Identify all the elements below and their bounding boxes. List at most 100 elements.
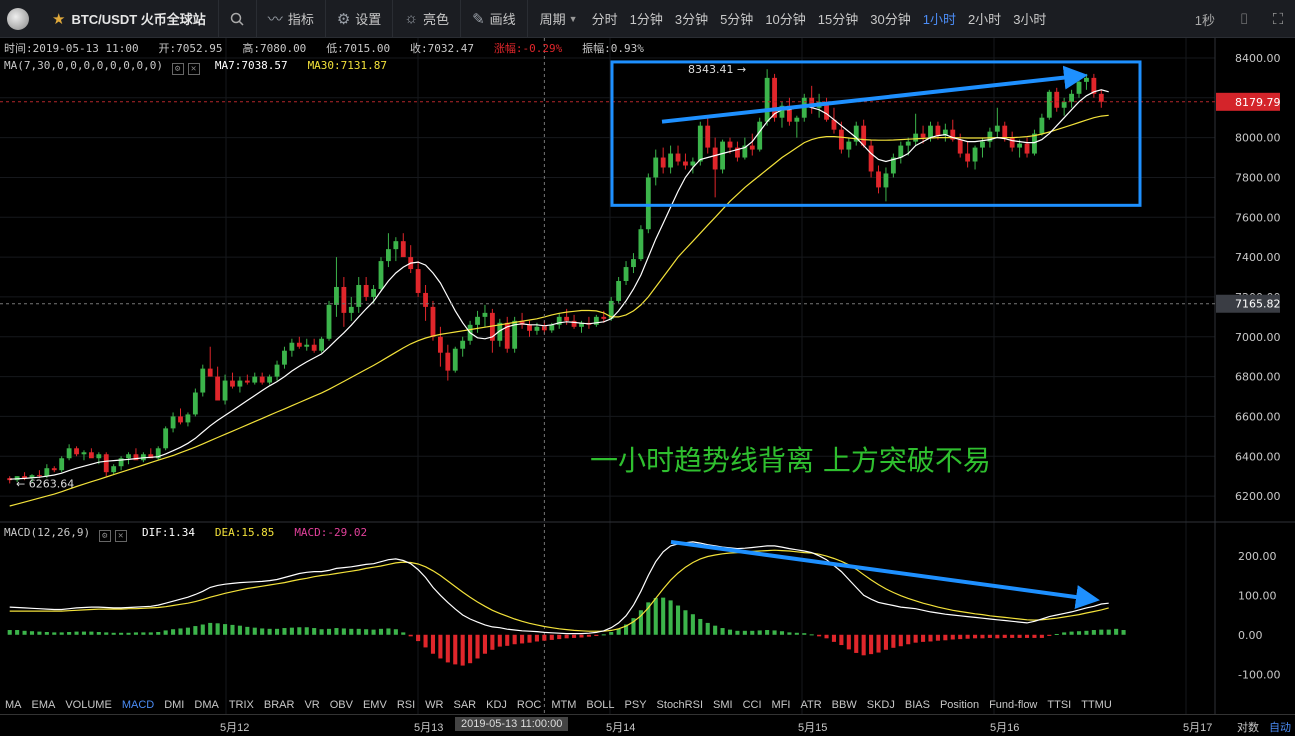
indicator-tab-dma[interactable]: DMA (189, 699, 223, 711)
macd-bar (980, 634, 985, 639)
period-0[interactable]: 分时 (586, 0, 624, 38)
macd-bar (163, 630, 168, 635)
macd-bar (237, 625, 242, 635)
macd-bar (1062, 632, 1067, 635)
indicator-tab-mfi[interactable]: MFI (767, 699, 796, 711)
indicator-tab-bias[interactable]: BIAS (900, 699, 935, 711)
settings-button[interactable]: ⚙ 设置 (326, 0, 394, 38)
macd-bar (713, 625, 718, 635)
macd-bar (794, 632, 799, 635)
indicator-tab-trix[interactable]: TRIX (224, 699, 259, 711)
indicator-tab-mtm[interactable]: MTM (546, 699, 581, 711)
indicator-tab-rsi[interactable]: RSI (392, 699, 420, 711)
draw-button[interactable]: ✎ 画线 (461, 0, 528, 38)
candle-body (935, 125, 941, 136)
max-price-marker: 8343.41 → (688, 63, 746, 76)
ohlc-time: 时间:2019-05-13 11:00 (4, 42, 139, 55)
indicator-tab-roc[interactable]: ROC (512, 699, 546, 711)
indicator-tab-brar[interactable]: BRAR (259, 699, 300, 711)
macd-close-icon[interactable]: ✕ (114, 530, 127, 542)
indicator-tab-ttsi[interactable]: TTSI (1042, 699, 1076, 711)
macd-bar (497, 634, 502, 647)
fullscreen-icon[interactable]: ⛶ (1261, 11, 1295, 28)
indicator-tab-obv[interactable]: OBV (325, 699, 358, 711)
theme-button[interactable]: ☼ 亮色 (393, 0, 462, 38)
macd-bar (171, 629, 176, 635)
candle-body (920, 133, 926, 138)
candle-body (74, 448, 79, 455)
indicator-tab-wr[interactable]: WR (420, 699, 448, 711)
indicator-tab-volume[interactable]: VOLUME (60, 699, 116, 711)
refresh-rate[interactable]: 1秒 (1183, 10, 1227, 29)
period-9[interactable]: 3小时 (1007, 0, 1052, 38)
candle-body (445, 352, 451, 371)
candle-body (1032, 133, 1037, 154)
indicator-tab-kdj[interactable]: KDJ (481, 699, 512, 711)
indicator-tab-fund-flow[interactable]: Fund-flow (984, 699, 1042, 711)
macd-settings-icon[interactable]: ⚙ (98, 530, 111, 542)
gear-icon: ⚙ (336, 10, 351, 28)
indicator-tab-atr[interactable]: ATR (795, 699, 826, 711)
macd-bar (230, 624, 235, 635)
indicator-tab-position[interactable]: Position (935, 699, 984, 711)
period-1[interactable]: 1分钟 (624, 0, 669, 38)
camera-icon[interactable]: ⌷ (1227, 11, 1261, 28)
log-scale-toggle[interactable]: 对数 (1237, 719, 1259, 735)
macd-bar (586, 634, 591, 637)
indicator-tab-sar[interactable]: SAR (448, 699, 481, 711)
ma7-value: MA7:7038.57 (214, 59, 288, 72)
candle-body (304, 344, 310, 347)
indicator-tab-dmi[interactable]: DMI (159, 699, 189, 711)
indicator-tab-psy[interactable]: PSY (620, 699, 652, 711)
indicator-tab-ma[interactable]: MA (0, 699, 27, 711)
indicators-button[interactable]: 〰 指标 (257, 0, 326, 38)
indicator-tab-emv[interactable]: EMV (358, 699, 392, 711)
candle-body (103, 454, 109, 473)
indicator-tab-bbw[interactable]: BBW (827, 699, 862, 711)
indicator-tab-ttmu[interactable]: TTMU (1076, 699, 1117, 711)
toolbar-right: 1秒 ⌷ ⛶ (1183, 0, 1295, 38)
indicator-tab-vr[interactable]: VR (299, 699, 324, 711)
macd-bar (52, 632, 57, 635)
price-tick-label: 7600.00 (1235, 211, 1281, 224)
period-3[interactable]: 5分钟 (714, 0, 759, 38)
period-8[interactable]: 2小时 (962, 0, 1007, 38)
macd-bar (126, 632, 131, 635)
search-button[interactable] (219, 0, 257, 38)
period-4[interactable]: 10分钟 (759, 0, 811, 38)
period-dropdown[interactable]: 周期 ▼ (528, 0, 586, 38)
indicator-tab-macd[interactable]: MACD (117, 699, 159, 711)
macd-label: MACD(12,26,9) (4, 526, 91, 539)
macd-bar (520, 634, 525, 644)
macd-bar (757, 630, 762, 635)
macd-bar (67, 632, 72, 635)
period-6[interactable]: 30分钟 (864, 0, 916, 38)
settings-small-icon[interactable]: ⚙ (171, 63, 184, 75)
favorite-star-icon[interactable]: ★ (52, 10, 65, 28)
logo-icon (0, 0, 36, 38)
candle-body (341, 286, 347, 313)
indicator-tab-cci[interactable]: CCI (738, 699, 767, 711)
macd-bar (215, 623, 220, 635)
candle-body (296, 342, 302, 347)
period-7[interactable]: 1小时 (917, 0, 962, 38)
chart-canvas[interactable]: 6200.006400.006600.006800.007000.007200.… (0, 38, 1295, 714)
candle-body (59, 458, 65, 471)
indicator-tab-boll[interactable]: BOLL (581, 699, 619, 711)
period-5[interactable]: 15分钟 (812, 0, 864, 38)
symbol-selector[interactable]: ★ BTC/USDT 火币全球站 (36, 0, 219, 38)
candle-body (192, 392, 198, 415)
candle-body (1098, 93, 1104, 102)
macd-bar (356, 628, 361, 635)
indicator-tab-ema[interactable]: EMA (27, 699, 61, 711)
candle-body (1076, 81, 1082, 94)
indicator-tab-stochrsi[interactable]: StochRSI (652, 699, 708, 711)
auto-scale-toggle[interactable]: 自动 (1269, 719, 1291, 735)
indicator-tab-skdj[interactable]: SKDJ (862, 699, 900, 711)
indicator-tab-smi[interactable]: SMI (708, 699, 738, 711)
close-small-icon[interactable]: ✕ (187, 63, 200, 75)
price-tick-label: 6600.00 (1235, 410, 1281, 423)
macd-bar (178, 628, 183, 635)
candle-body (326, 304, 332, 339)
period-2[interactable]: 3分钟 (669, 0, 714, 38)
